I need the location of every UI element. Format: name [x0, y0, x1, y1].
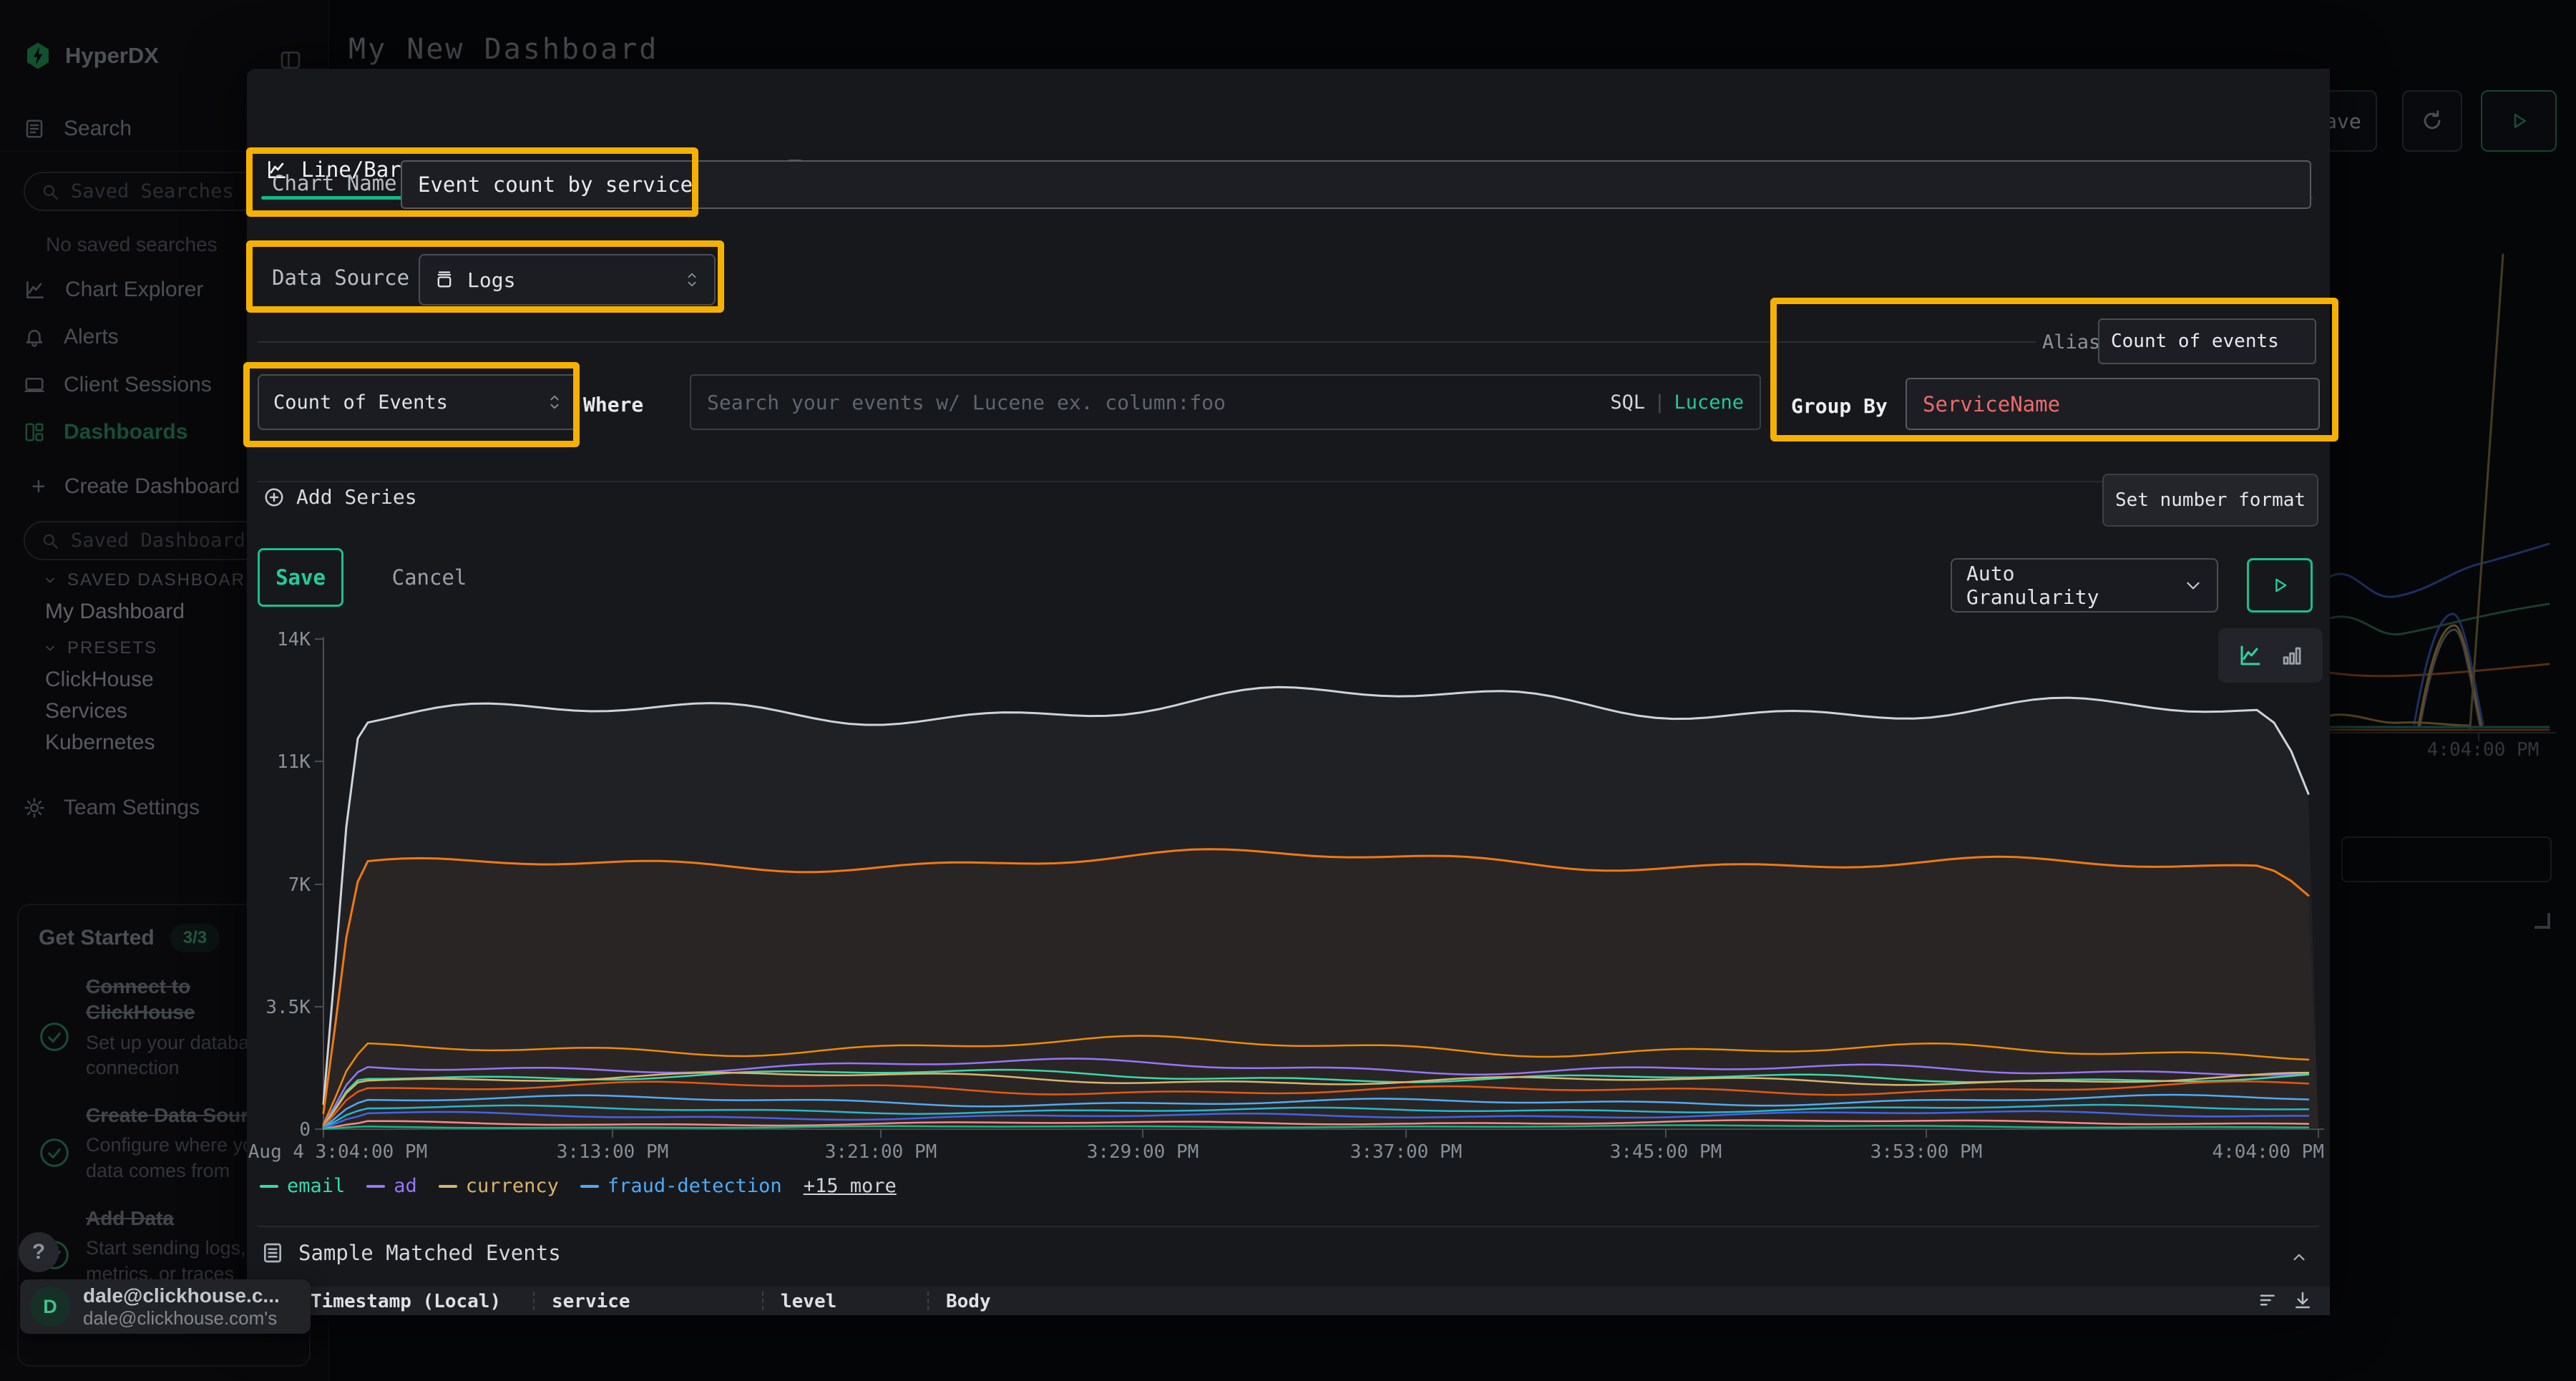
bar-chart-icon[interactable] [2279, 643, 2303, 668]
group-by-label: Group By [1791, 394, 1888, 418]
add-series-button[interactable]: Add Series [263, 485, 417, 509]
svg-text:11K: 11K [277, 751, 311, 773]
legend-item-fraud-detection[interactable]: fraud-detection [580, 1175, 782, 1197]
svg-text:Aug 4 3:04:00 PM: Aug 4 3:04:00 PM [248, 1141, 427, 1163]
legend-item-ad[interactable]: ad [366, 1175, 417, 1197]
chart-legend: email ad currency fraud-detection +15 more [260, 1175, 897, 1197]
legend-swatch [580, 1185, 599, 1188]
aggregation-select[interactable]: Count of Events [258, 374, 578, 430]
legend-label: email [287, 1175, 345, 1197]
collapse-section-icon[interactable] [2290, 1248, 2308, 1267]
archive-icon [434, 270, 454, 290]
column-separator[interactable] [927, 1292, 929, 1310]
divider [258, 1226, 2319, 1227]
legend-swatch [439, 1185, 457, 1188]
column-separator[interactable] [533, 1292, 535, 1310]
updown-chevrons-icon [684, 270, 700, 289]
chart-name-label: Chart Name [272, 171, 397, 195]
svg-text:0: 0 [299, 1119, 311, 1141]
group-by-input[interactable]: ServiceName [1906, 378, 2320, 430]
svg-text:4:04:00 PM: 4:04:00 PM [2212, 1141, 2324, 1163]
legend-label: ad [394, 1175, 417, 1197]
lucene-mode-toggle[interactable]: Lucene [1674, 391, 1744, 414]
granularity-select[interactable]: Auto Granularity [1951, 558, 2218, 613]
save-button[interactable]: Save [258, 548, 343, 607]
column-header-level[interactable]: level [781, 1291, 836, 1312]
doc-list-icon [261, 1241, 284, 1264]
legend-swatch [260, 1185, 278, 1188]
column-header-service[interactable]: service [552, 1291, 630, 1312]
set-number-format-button[interactable]: Set number format [2102, 474, 2318, 527]
events-table-header: Timestamp (Local) service level Body [247, 1287, 2330, 1315]
cancel-button[interactable]: Cancel [386, 548, 472, 607]
help-button[interactable]: ? [19, 1232, 59, 1272]
series-connector-rule [258, 341, 2036, 343]
svg-text:3:37:00 PM: 3:37:00 PM [1350, 1141, 1463, 1163]
chart-name-input[interactable]: Event count by service [401, 160, 2311, 209]
svg-text:3:53:00 PM: 3:53:00 PM [1870, 1141, 1983, 1163]
updown-chevrons-icon [547, 393, 562, 411]
svg-text:3:21:00 PM: 3:21:00 PM [825, 1141, 937, 1163]
run-chart-button[interactable] [2247, 558, 2313, 613]
play-icon [2270, 575, 2290, 595]
alias-input[interactable]: Count of events [2098, 318, 2316, 364]
timeseries-chart: 0 3.5K 7K 11K 14K Aug 4 3:04:00 PM 3:13:00 PM 3… [247, 613, 2330, 1221]
user-chip[interactable]: D dale@clickhouse.c... dale@clickhouse.c… [20, 1279, 311, 1334]
avatar: D [30, 1287, 70, 1327]
legend-item-email[interactable]: email [260, 1175, 345, 1197]
alias-label: Alias [2042, 331, 2100, 353]
data-source-select[interactable]: Logs [419, 254, 716, 306]
svg-text:3:13:00 PM: 3:13:00 PM [557, 1141, 669, 1163]
column-settings-icon[interactable] [2258, 1289, 2279, 1311]
user-email: dale@clickhouse.c... [83, 1284, 280, 1307]
sql-mode-toggle[interactable]: SQL [1610, 391, 1645, 414]
legend-more[interactable]: +15 more [804, 1175, 897, 1197]
legend-label: fraud-detection [608, 1175, 782, 1197]
column-separator[interactable] [762, 1292, 763, 1310]
sample-matched-events-header[interactable]: Sample Matched Events [261, 1241, 561, 1265]
svg-text:14K: 14K [277, 629, 311, 650]
edit-chart-modal: Line/BarTable123NumberSearchMarkdown Cha… [247, 69, 2330, 1315]
svg-text:3:29:00 PM: 3:29:00 PM [1087, 1141, 1199, 1163]
legend-item-currency[interactable]: currency [439, 1175, 559, 1197]
svg-text:3.5K: 3.5K [265, 997, 311, 1018]
plus-circle-icon [263, 487, 285, 508]
chevron-down-icon [2184, 576, 2202, 595]
where-label: Where [583, 393, 643, 416]
column-header-timestamp-local-[interactable]: Timestamp (Local) [311, 1291, 501, 1312]
data-source-label: Data Source [272, 265, 409, 290]
where-placeholder: Search your events w/ Lucene ex. column:… [707, 391, 1226, 414]
legend-label: currency [466, 1175, 559, 1197]
svg-text:7K: 7K [288, 874, 311, 896]
line-chart-icon[interactable] [2238, 643, 2263, 668]
legend-swatch [366, 1185, 385, 1188]
svg-text:3:45:00 PM: 3:45:00 PM [1610, 1141, 1722, 1163]
download-icon[interactable] [2292, 1289, 2313, 1311]
column-header-body[interactable]: Body [946, 1291, 991, 1312]
divider [258, 481, 2318, 482]
user-team: dale@clickhouse.com's [83, 1307, 280, 1329]
chart-type-toggle[interactable] [2218, 628, 2323, 683]
where-input[interactable]: Search your events w/ Lucene ex. column:… [690, 374, 1761, 430]
